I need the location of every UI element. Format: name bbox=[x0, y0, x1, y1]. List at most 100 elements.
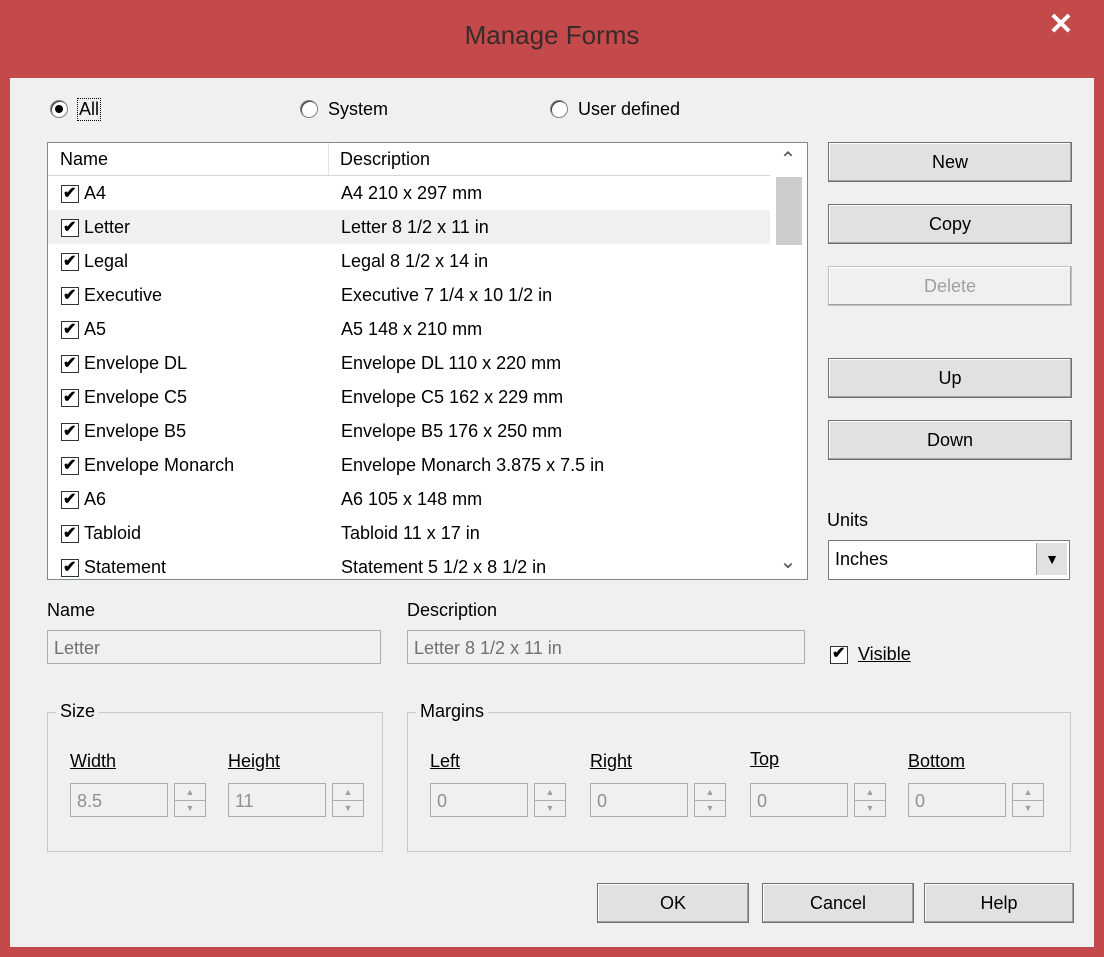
height-spin-buttons[interactable]: ▲ ▼ bbox=[332, 783, 364, 817]
row-checkbox[interactable] bbox=[61, 449, 79, 483]
list-scrollbar[interactable]: ⌃ ⌄ bbox=[770, 143, 806, 579]
spin-up-icon[interactable]: ▲ bbox=[535, 784, 565, 801]
scroll-up-icon[interactable]: ⌃ bbox=[770, 143, 806, 177]
row-checkbox[interactable] bbox=[61, 551, 79, 578]
radio-all-indicator[interactable] bbox=[50, 100, 68, 118]
name-field-label: Name bbox=[47, 600, 96, 620]
new-button[interactable]: New bbox=[828, 142, 1072, 182]
bottom-margin-label: Bottom bbox=[908, 751, 966, 771]
spin-up-icon[interactable]: ▲ bbox=[175, 784, 205, 801]
row-description: Statement 5 1/2 x 8 1/2 in bbox=[341, 557, 547, 577]
spin-down-icon[interactable]: ▼ bbox=[1013, 800, 1043, 816]
row-checkbox[interactable] bbox=[61, 313, 79, 347]
height-spinner[interactable]: 11 ▲ ▼ bbox=[228, 783, 364, 817]
forms-list[interactable]: Name Description A4 A4 210 x 297 mm Letter… bbox=[47, 142, 808, 580]
spin-down-icon[interactable]: ▼ bbox=[333, 800, 363, 816]
scroll-thumb[interactable] bbox=[776, 177, 802, 245]
list-item[interactable]: Statement Statement 5 1/2 x 8 1/2 in bbox=[48, 550, 770, 578]
radio-all-label: All bbox=[76, 97, 102, 121]
row-checkbox[interactable] bbox=[61, 415, 79, 449]
left-margin-label: Left bbox=[430, 751, 461, 771]
bottom-margin-input[interactable]: 0 bbox=[908, 783, 1006, 817]
units-select[interactable]: Inches ▼ bbox=[828, 540, 1070, 580]
up-button[interactable]: Up bbox=[828, 358, 1072, 398]
visible-checkbox[interactable]: Visible bbox=[830, 643, 911, 665]
column-header-description[interactable]: Description bbox=[328, 143, 781, 175]
row-checkbox[interactable] bbox=[61, 211, 79, 245]
size-group: Size Width 8.5 ▲ ▼ Height 11 ▲ ▼ bbox=[47, 701, 383, 852]
row-description: Envelope Monarch 3.875 x 7.5 in bbox=[341, 455, 605, 475]
row-checkbox[interactable] bbox=[61, 517, 79, 551]
spin-down-icon[interactable]: ▼ bbox=[855, 800, 885, 816]
cancel-button[interactable]: Cancel bbox=[762, 883, 914, 923]
radio-user-defined-indicator[interactable] bbox=[550, 100, 568, 118]
row-checkbox[interactable] bbox=[61, 483, 79, 517]
name-field[interactable]: Letter bbox=[47, 630, 381, 664]
left-margin-input[interactable]: 0 bbox=[430, 783, 528, 817]
delete-button[interactable]: Delete bbox=[828, 266, 1072, 306]
list-item[interactable]: Tabloid Tabloid 11 x 17 in bbox=[48, 516, 770, 551]
top-margin-input[interactable]: 0 bbox=[750, 783, 848, 817]
list-item[interactable]: A6 A6 105 x 148 mm bbox=[48, 482, 770, 517]
spin-up-icon[interactable]: ▲ bbox=[1013, 784, 1043, 801]
bottom-margin-spinner[interactable]: 0 ▲ ▼ bbox=[908, 783, 1044, 817]
width-spin-buttons[interactable]: ▲ ▼ bbox=[174, 783, 206, 817]
width-spinner[interactable]: 8.5 ▲ ▼ bbox=[70, 783, 206, 817]
right-margin-input[interactable]: 0 bbox=[590, 783, 688, 817]
bottom-margin-spin-buttons[interactable]: ▲ ▼ bbox=[1012, 783, 1044, 817]
top-margin-spinner[interactable]: 0 ▲ ▼ bbox=[750, 783, 886, 817]
top-margin-spin-buttons[interactable]: ▲ ▼ bbox=[854, 783, 886, 817]
spin-up-icon[interactable]: ▲ bbox=[695, 784, 725, 801]
radio-system-indicator[interactable] bbox=[300, 100, 318, 118]
list-item[interactable]: Envelope C5 Envelope C5 162 x 229 mm bbox=[48, 380, 770, 415]
width-label: Width bbox=[70, 751, 117, 771]
ok-button[interactable]: OK bbox=[597, 883, 749, 923]
spin-down-icon[interactable]: ▼ bbox=[175, 800, 205, 816]
height-input[interactable]: 11 bbox=[228, 783, 326, 817]
right-margin-label: Right bbox=[590, 751, 633, 771]
radio-user-defined[interactable]: User defined bbox=[550, 94, 680, 124]
spin-up-icon[interactable]: ▲ bbox=[333, 784, 363, 801]
title-bar[interactable]: Manage Forms ✕ bbox=[0, 0, 1104, 78]
row-name: Tabloid bbox=[84, 523, 142, 543]
description-field[interactable]: Letter 8 1/2 x 11 in bbox=[407, 630, 805, 664]
column-header-name[interactable]: Name bbox=[48, 143, 329, 175]
down-button[interactable]: Down bbox=[828, 420, 1072, 460]
list-item[interactable]: Envelope Monarch Envelope Monarch 3.875 x… bbox=[48, 448, 770, 483]
left-margin-spinner[interactable]: 0 ▲ ▼ bbox=[430, 783, 566, 817]
width-input[interactable]: 8.5 bbox=[70, 783, 168, 817]
radio-user-defined-label: User defined bbox=[578, 98, 681, 119]
right-margin-spinner[interactable]: 0 ▲ ▼ bbox=[590, 783, 726, 817]
row-checkbox[interactable] bbox=[61, 347, 79, 381]
spin-down-icon[interactable]: ▼ bbox=[695, 800, 725, 816]
list-item[interactable]: Letter Letter 8 1/2 x 11 in bbox=[48, 210, 770, 245]
left-margin-spin-buttons[interactable]: ▲ ▼ bbox=[534, 783, 566, 817]
radio-system[interactable]: System bbox=[300, 94, 388, 124]
description-field-label: Description bbox=[407, 600, 498, 620]
spin-up-icon[interactable]: ▲ bbox=[855, 784, 885, 801]
help-button[interactable]: Help bbox=[924, 883, 1074, 923]
row-description: Envelope B5 176 x 250 mm bbox=[341, 421, 563, 441]
chevron-down-icon[interactable]: ▼ bbox=[1036, 543, 1067, 575]
list-item[interactable]: Executive Executive 7 1/4 x 10 1/2 in bbox=[48, 278, 770, 313]
visible-checkbox-indicator[interactable] bbox=[830, 643, 848, 664]
row-checkbox[interactable] bbox=[61, 245, 79, 279]
list-item[interactable]: A4 A4 210 x 297 mm bbox=[48, 176, 770, 211]
spin-down-icon[interactable]: ▼ bbox=[535, 800, 565, 816]
radio-all[interactable]: All bbox=[50, 94, 102, 124]
row-description: Letter 8 1/2 x 11 in bbox=[341, 217, 489, 237]
list-item[interactable]: A5 A5 148 x 210 mm bbox=[48, 312, 770, 347]
copy-button[interactable]: Copy bbox=[828, 204, 1072, 244]
row-checkbox[interactable] bbox=[61, 381, 79, 415]
row-description: A6 105 x 148 mm bbox=[341, 489, 483, 509]
row-checkbox[interactable] bbox=[61, 177, 79, 211]
close-button[interactable]: ✕ bbox=[1030, 8, 1092, 44]
right-margin-spin-buttons[interactable]: ▲ ▼ bbox=[694, 783, 726, 817]
row-name: Envelope DL bbox=[84, 353, 188, 373]
row-name: Letter bbox=[84, 217, 131, 237]
scroll-down-icon[interactable]: ⌄ bbox=[770, 545, 806, 579]
list-item[interactable]: Envelope DL Envelope DL 110 x 220 mm bbox=[48, 346, 770, 381]
list-item[interactable]: Legal Legal 8 1/2 x 14 in bbox=[48, 244, 770, 279]
list-item[interactable]: Envelope B5 Envelope B5 176 x 250 mm bbox=[48, 414, 770, 449]
row-checkbox[interactable] bbox=[61, 279, 79, 313]
